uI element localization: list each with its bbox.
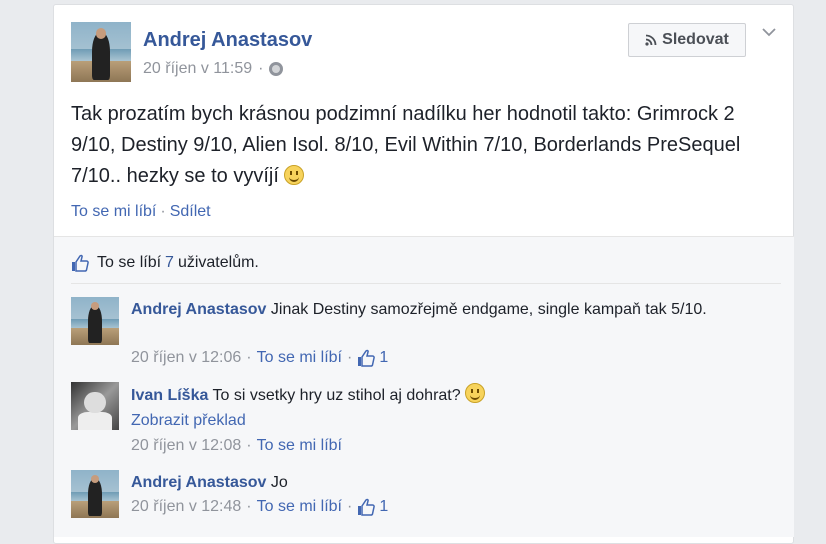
post-author-name[interactable]: Andrej Anastasov <box>143 29 312 52</box>
comment-body: Andrej Anastasov Jinak Destiny samozřejm… <box>131 298 751 321</box>
comment-avatar[interactable] <box>71 297 119 345</box>
comment-like-count[interactable]: 1 <box>379 349 388 367</box>
comment-text: Jo <box>270 474 288 491</box>
meta-separator: · <box>246 349 252 366</box>
likes-count-link[interactable]: 7 <box>165 254 174 272</box>
comment-like-count[interactable]: 1 <box>379 498 388 516</box>
post-text-content: Tak prozatím bych krásnou podzimní nadíl… <box>71 103 741 187</box>
comment-timestamp[interactable]: 20 říjen v 12:06 <box>131 349 241 367</box>
share-link[interactable]: Sdílet <box>170 203 211 220</box>
comment-avatar[interactable] <box>71 470 119 518</box>
smiley-icon <box>465 383 486 403</box>
comment-author[interactable]: Ivan Líška <box>131 387 208 404</box>
meta-separator: · <box>346 349 353 366</box>
comment-like-link[interactable]: To se mi líbí <box>257 349 342 367</box>
globe-icon[interactable] <box>269 62 284 76</box>
post-timestamp[interactable]: 20 říjen v 11:59 <box>143 60 252 78</box>
post-actions: To se mi líbí · Sdílet <box>71 203 211 221</box>
translate-link[interactable]: Zobrazit překlad <box>131 412 246 429</box>
action-separator: · <box>160 203 166 220</box>
meta-separator: · <box>346 498 353 515</box>
post-text: Tak prozatím bych krásnou podzimní nadíl… <box>71 99 781 192</box>
comment-text: Jinak Destiny samozřejmě endgame, single… <box>270 301 707 318</box>
comment-timestamp[interactable]: 20 říjen v 12:48 <box>131 498 241 516</box>
thumbs-up-icon <box>358 349 376 367</box>
smiley-icon <box>284 165 305 185</box>
rss-icon <box>645 34 657 46</box>
chevron-down-icon[interactable] <box>762 27 776 37</box>
post-meta: 20 říjen v 11:59 · <box>143 60 284 78</box>
follow-button[interactable]: Sledovat <box>628 23 746 57</box>
translate-row: Zobrazit překlad <box>131 409 246 432</box>
comment-like-link[interactable]: To se mi líbí <box>257 498 342 516</box>
likes-summary: To se líbí 7 uživatelům. <box>71 254 259 272</box>
thumbs-up-icon <box>358 498 376 516</box>
comment-avatar[interactable] <box>71 382 119 430</box>
meta-separator: · <box>246 498 252 515</box>
comment-like-link[interactable]: To se mi líbí <box>257 437 342 455</box>
comment-meta: 20 říjen v 12:48 · To se mi líbí · 1 <box>131 498 388 516</box>
comment-text: To si vsetky hry uz stihol aj dohrat? <box>212 387 461 404</box>
comment-meta: 20 říjen v 12:06 · To se mi líbí · 1 <box>131 349 388 367</box>
meta-separator: · <box>258 60 264 77</box>
comment-meta: 20 říjen v 12:08 · To se mi líbí <box>131 437 342 455</box>
comment-body: Ivan Líška To si vsetky hry uz stihol aj… <box>131 383 751 407</box>
likes-suffix: uživatelům. <box>177 254 259 271</box>
follow-label: Sledovat <box>662 31 729 48</box>
thumbs-up-icon <box>72 254 89 272</box>
comment-author[interactable]: Andrej Anastasov <box>131 301 266 318</box>
like-link[interactable]: To se mi líbí <box>71 203 156 220</box>
likes-prefix: To se líbí <box>97 254 162 271</box>
meta-separator: · <box>246 437 252 454</box>
comment-body: Andrej Anastasov Jo <box>131 471 751 494</box>
divider <box>71 283 781 284</box>
comment-timestamp[interactable]: 20 říjen v 12:08 <box>131 437 241 455</box>
author-avatar[interactable] <box>71 22 131 82</box>
comment-author[interactable]: Andrej Anastasov <box>131 474 266 491</box>
